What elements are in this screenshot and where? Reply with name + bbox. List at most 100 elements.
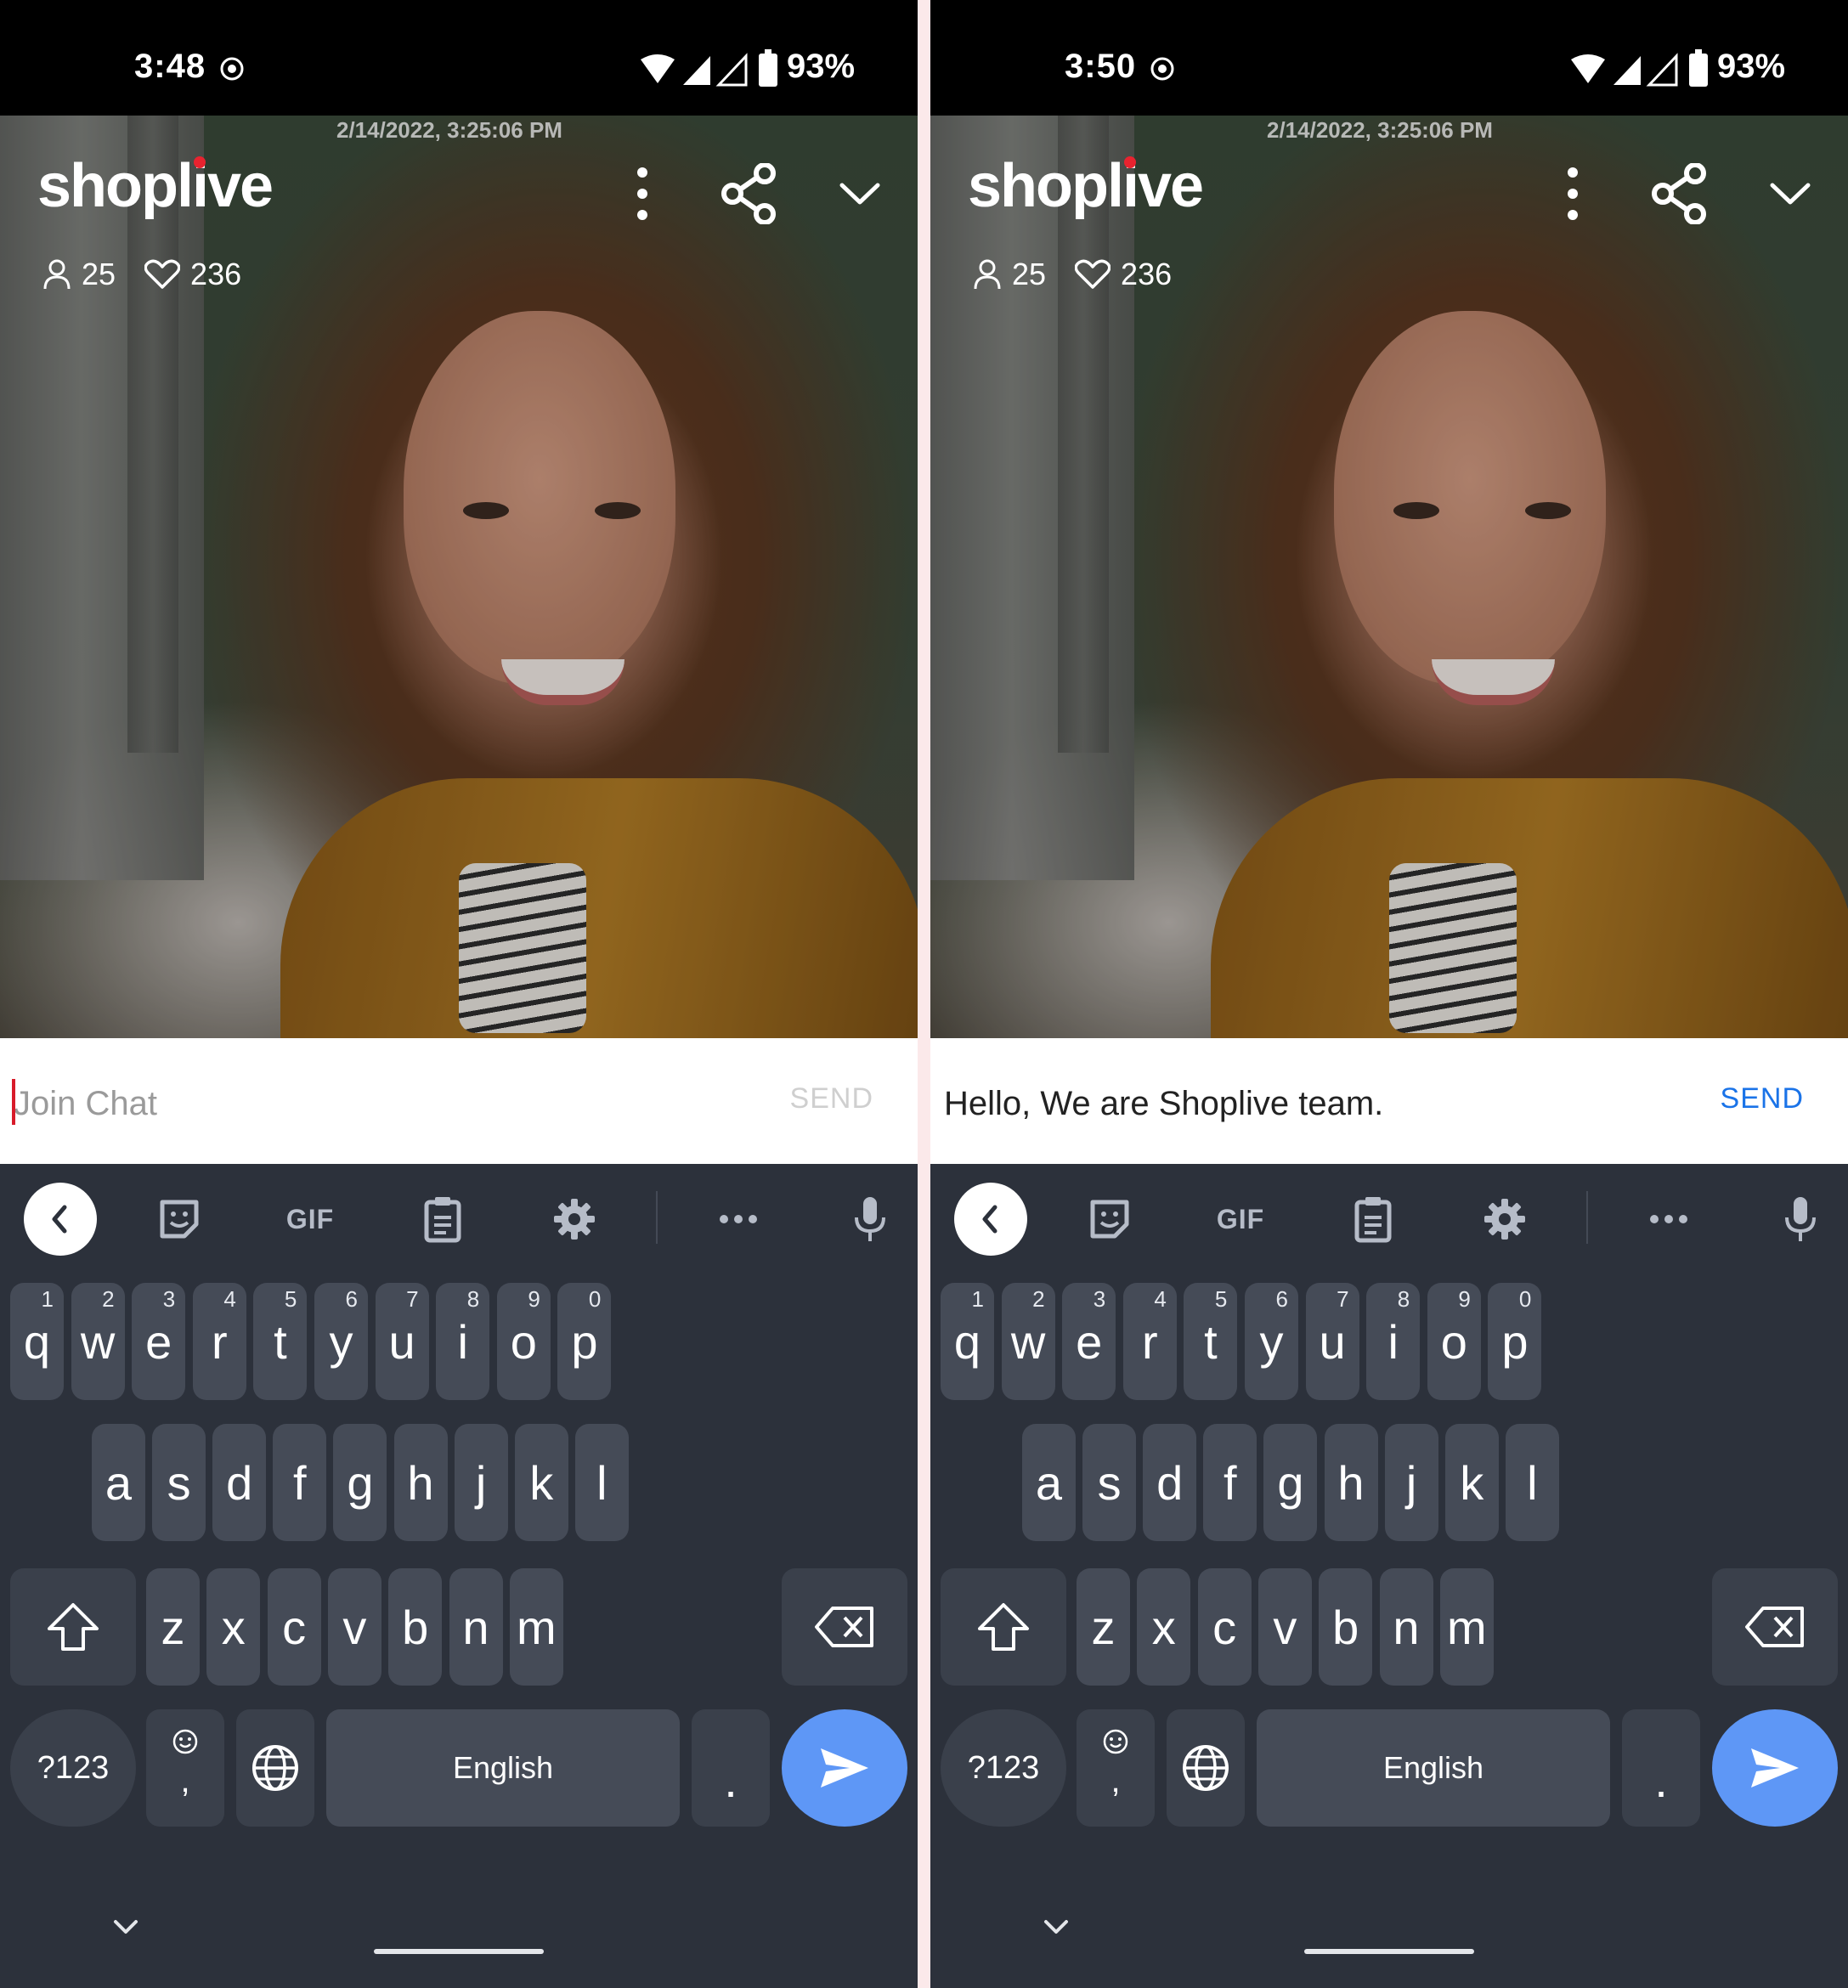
more-options-button[interactable] [608,160,676,228]
key[interactable]: u7 [1305,1283,1359,1400]
key[interactable]: s [152,1424,206,1541]
language-key[interactable] [236,1709,314,1827]
key[interactable]: x [206,1568,261,1686]
shift-key[interactable] [10,1568,136,1686]
key[interactable]: t5 [253,1283,308,1400]
key[interactable]: w2 [71,1283,125,1400]
toolbar-back-button[interactable] [954,1183,1027,1256]
gif-button[interactable]: GIF [1204,1183,1277,1256]
hide-keyboard-icon[interactable] [1039,1915,1073,1940]
symbols-key[interactable]: ?123 [10,1709,136,1827]
key[interactable]: m [1439,1568,1494,1686]
key[interactable]: l [1505,1424,1559,1541]
key[interactable]: d [1143,1424,1197,1541]
key[interactable]: b [388,1568,443,1686]
key-label: n [462,1600,489,1654]
emoji-comma-key[interactable]: , [1077,1709,1155,1827]
emoji-comma-key[interactable]: , [146,1709,224,1827]
clipboard-button[interactable] [1337,1183,1410,1256]
period-key[interactable]: . [692,1709,770,1827]
chat-input[interactable] [12,1077,780,1130]
share-button[interactable] [1646,160,1714,228]
send-button[interactable]: SEND [1721,1082,1804,1115]
share-button[interactable] [715,160,783,228]
more-tools-button[interactable] [1632,1183,1705,1256]
backspace-key[interactable] [1712,1568,1838,1686]
key[interactable]: l [574,1424,629,1541]
key[interactable]: h [1324,1424,1378,1541]
key[interactable]: m [509,1568,563,1686]
key[interactable]: y6 [314,1283,368,1400]
home-gesture-bar[interactable] [1304,1949,1474,1954]
key[interactable]: x [1137,1568,1191,1686]
symbols-key[interactable]: ?123 [941,1709,1066,1827]
key[interactable]: i8 [1366,1283,1421,1400]
key[interactable]: k [514,1424,568,1541]
sticker-button[interactable] [1073,1183,1146,1256]
key[interactable]: n [1379,1568,1433,1686]
key[interactable]: k [1444,1424,1499,1541]
minimize-button[interactable] [1756,160,1824,228]
key[interactable]: u7 [375,1283,429,1400]
key[interactable]: j [454,1424,508,1541]
key[interactable]: v [1257,1568,1312,1686]
key[interactable]: w2 [1001,1283,1055,1400]
key[interactable]: a [92,1424,145,1541]
more-tools-button[interactable] [702,1183,775,1256]
toolbar-back-button[interactable] [24,1183,97,1256]
key-label: w [1010,1314,1046,1369]
space-key[interactable]: English [1257,1709,1610,1827]
voice-input-button[interactable] [834,1183,907,1256]
shift-key[interactable] [941,1568,1066,1686]
key[interactable]: z [1077,1568,1130,1686]
key[interactable]: q1 [941,1283,994,1400]
settings-button[interactable] [538,1183,611,1256]
key[interactable]: j [1384,1424,1438,1541]
key[interactable]: r4 [1122,1283,1177,1400]
chat-input[interactable] [942,1077,1710,1130]
key[interactable]: t5 [1184,1283,1238,1400]
key[interactable]: f [273,1424,327,1541]
period-key[interactable]: . [1622,1709,1700,1827]
settings-button[interactable] [1468,1183,1541,1256]
language-key[interactable] [1167,1709,1245,1827]
send-button[interactable]: SEND [790,1082,873,1115]
send-enter-key[interactable] [782,1709,907,1827]
key-label: f [1224,1455,1237,1510]
key[interactable]: s [1082,1424,1137,1541]
key[interactable]: p0 [1488,1283,1542,1400]
key[interactable]: b [1319,1568,1373,1686]
key[interactable]: n [449,1568,503,1686]
key[interactable]: p0 [557,1283,612,1400]
backspace-key[interactable] [782,1568,907,1686]
voice-input-button[interactable] [1764,1183,1837,1256]
key[interactable]: e3 [1062,1283,1116,1400]
key[interactable]: o9 [1427,1283,1481,1400]
key[interactable]: q1 [10,1283,64,1400]
key[interactable]: z [146,1568,200,1686]
space-key[interactable]: English [326,1709,680,1827]
key[interactable]: h [393,1424,448,1541]
key[interactable]: g [1263,1424,1318,1541]
clipboard-button[interactable] [406,1183,479,1256]
key-number-hint: 5 [284,1286,297,1312]
key[interactable]: i8 [436,1283,490,1400]
key[interactable]: e3 [132,1283,186,1400]
gif-button[interactable]: GIF [274,1183,347,1256]
key[interactable]: d [212,1424,267,1541]
sticker-button[interactable] [143,1183,216,1256]
key[interactable]: a [1022,1424,1076,1541]
key[interactable]: c [1197,1568,1252,1686]
key[interactable]: c [267,1568,321,1686]
key[interactable]: g [333,1424,387,1541]
send-enter-key[interactable] [1712,1709,1838,1827]
more-options-button[interactable] [1539,160,1607,228]
key[interactable]: f [1203,1424,1257,1541]
key[interactable]: v [327,1568,381,1686]
key[interactable]: y6 [1245,1283,1298,1400]
hide-keyboard-icon[interactable] [109,1915,143,1940]
home-gesture-bar[interactable] [374,1949,544,1954]
minimize-button[interactable] [826,160,894,228]
key[interactable]: r4 [192,1283,246,1400]
key[interactable]: o9 [496,1283,551,1400]
